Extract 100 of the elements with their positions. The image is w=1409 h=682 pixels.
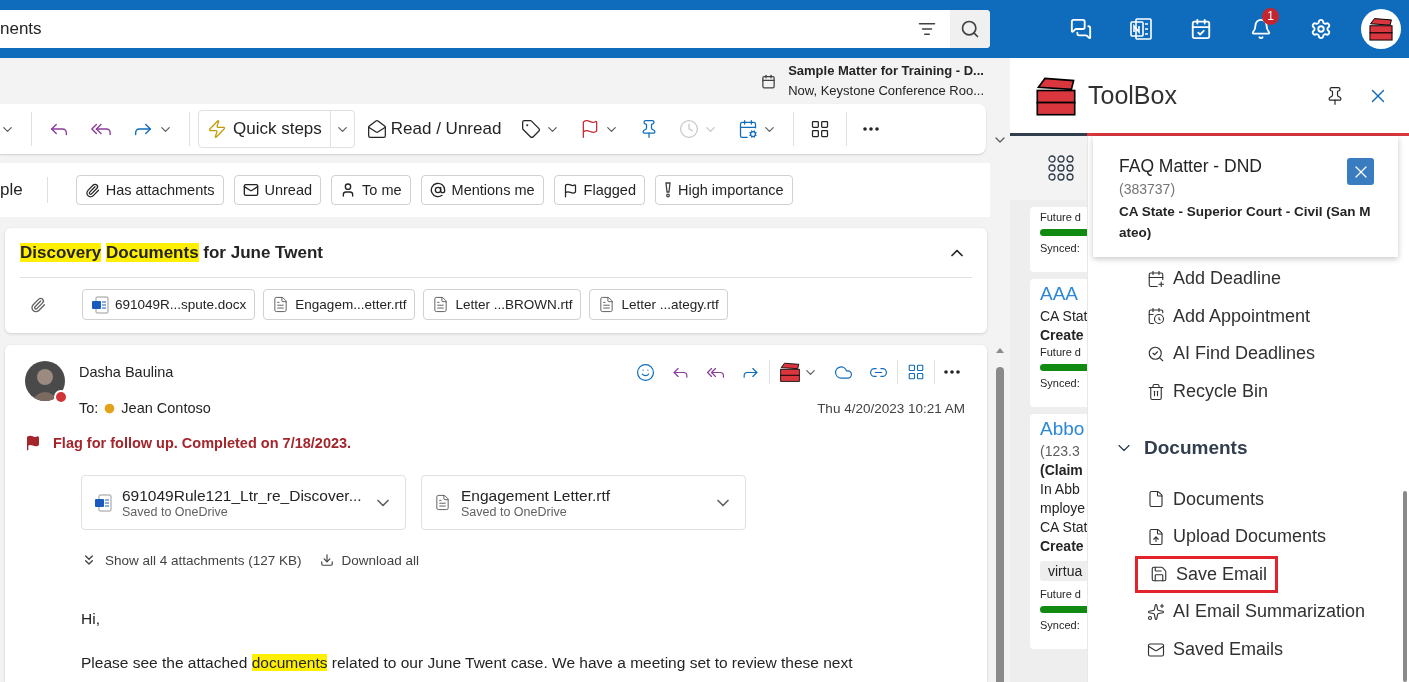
matter-card[interactable]: Future d Synced: (1030, 207, 1087, 272)
filter-chip[interactable]: High importance (655, 175, 793, 205)
matter-text: Future d (1040, 588, 1082, 600)
sparkles-icon (1147, 602, 1165, 621)
word-file-icon (91, 295, 109, 314)
search-button[interactable] (950, 10, 990, 48)
scrollbar[interactable] (1403, 491, 1407, 682)
greeting-text: Hi, (80, 609, 101, 629)
matter-text: mploye (1040, 500, 1087, 516)
matter-link[interactable]: AAA (1040, 283, 1087, 305)
filter-chip[interactable]: Has attachments (75, 175, 224, 205)
matter-text: Future d (1040, 346, 1082, 358)
court-name: CA State - Superior Court - Civil (San Mateo) (1119, 203, 1372, 242)
attachment-card[interactable]: Engagement Letter.rtf Saved to OneDrive (421, 475, 746, 530)
flag-status: Flag for follow up. Completed on 7/18/2023. (53, 435, 352, 451)
matter-card[interactable]: AAA CA Stat Create Future d Synced: (1030, 279, 1087, 407)
reminder-detail: Now, Keystone Conference Roo... (788, 82, 984, 100)
upload-document-icon (1147, 527, 1165, 546)
attachment-card[interactable]: 691049Rule121_Ltr_re_Discover... Saved to OneDrive (81, 475, 406, 530)
filter-chip[interactable]: Mentions me (420, 175, 544, 205)
trash-icon (1147, 382, 1165, 401)
recipient-name[interactable]: Jean Contoso (121, 400, 211, 416)
word-file-icon (94, 493, 112, 512)
section-header[interactable]: Documents (1114, 428, 1248, 469)
sender-avatar (25, 361, 65, 401)
message-date: Thu 4/20/2023 10:21 AM (817, 400, 965, 416)
menu-item[interactable]: Saved Emails (1114, 630, 1292, 669)
matter-card[interactable]: Abbo (123.3 (Claim In Abb mploye CA Stat Create virtua Future d Synced: (1030, 414, 1087, 649)
notebook-icon (1130, 18, 1152, 40)
matter-text: (123.3 (1040, 443, 1081, 459)
at-sign-icon (429, 182, 446, 198)
matter-link[interactable]: Abbo (1040, 418, 1087, 440)
menu-item[interactable]: Upload Documents (1114, 517, 1335, 556)
attachment-chip[interactable]: Letter ...ategy.rtf (589, 289, 728, 320)
conversation-title: Discovery Documents for June Twent (20, 242, 323, 263)
matter-text: Future d (1040, 211, 1082, 223)
attachment-chip[interactable]: Letter ...BROWN.rtf (423, 289, 582, 320)
attachment-chip[interactable]: 691049R...spute.docx (82, 289, 256, 320)
menu-item[interactable]: Add Appointment (1114, 297, 1319, 336)
flag-icon (562, 182, 578, 198)
to-label: To: (79, 400, 99, 416)
sender-name[interactable]: Dasha Baulina (79, 364, 174, 380)
filter-label[interactable]: ple (0, 180, 23, 200)
filter-icon (918, 20, 936, 38)
close-button[interactable] (1347, 158, 1374, 185)
matter-text: Synced: (1040, 242, 1081, 254)
mail-icon (1147, 640, 1165, 659)
menu-item[interactable]: Recycle Bin (1114, 372, 1277, 411)
menu-item[interactable]: AI Email Summarization (1114, 593, 1374, 631)
filter-chip[interactable]: Unread (233, 175, 322, 205)
matter-text: Synced: (1040, 619, 1081, 631)
account-button[interactable] (1361, 9, 1401, 49)
envelope-icon (366, 119, 387, 139)
matter-text: Synced: (1040, 377, 1081, 389)
menu-item[interactable]: Documents (1114, 480, 1273, 518)
show-all-attachments-button[interactable]: Show all 4 attachments (127 KB) (81, 552, 302, 568)
matter-text: In Abb (1040, 481, 1081, 497)
attachment-name: 691049Rule121_Ltr_re_Discover... (122, 486, 363, 505)
clock-icon (103, 401, 117, 415)
download-icon (319, 553, 334, 567)
menu-item[interactable]: Save Email (1135, 555, 1279, 594)
menu-item[interactable]: AI Find Deadlines (1114, 335, 1324, 373)
bell-icon (1250, 18, 1272, 40)
matter-text: Create (1040, 327, 1085, 343)
app-grid-icon[interactable] (1048, 155, 1074, 181)
paperclip-icon (30, 296, 46, 313)
exclamation-icon (664, 182, 672, 198)
filter-chip[interactable]: To me (331, 175, 411, 205)
attachment-status: Saved to OneDrive (122, 504, 229, 519)
tag-icon (521, 119, 542, 139)
matter-text: Create (1040, 538, 1085, 554)
save-icon (1150, 565, 1168, 584)
popup-title: FAQ Matter - DND (1119, 156, 1262, 177)
attachment-chip[interactable]: Engagem...etter.rtf (263, 289, 416, 320)
document-icon (1147, 490, 1165, 509)
search-icon (1147, 345, 1165, 363)
scrollbar[interactable] (996, 367, 1004, 682)
toolbox-icon (779, 361, 801, 383)
body-text: Please see the attached documents related to our June Twent case. We have a meeting set to review these next (80, 653, 854, 673)
filter-chip[interactable]: Flagged (553, 175, 645, 205)
grid-icon (907, 363, 925, 381)
matter-text: CA Stat (1040, 519, 1087, 535)
text-file-icon (432, 296, 450, 313)
menu-item[interactable]: Add Deadline (1114, 260, 1290, 298)
matter-text: (Claim (1040, 462, 1084, 478)
calendar-clock-icon (1147, 307, 1165, 326)
notifications-button[interactable]: 1 (1231, 0, 1291, 58)
paperclip-icon (84, 182, 100, 198)
calendar-plus-icon (1147, 269, 1165, 288)
reminder-title[interactable]: Sample Matter for Training - D... (788, 61, 984, 81)
read-unread-button[interactable]: Read / Unread (358, 113, 510, 145)
attachment-status: Saved to OneDrive (461, 504, 568, 519)
more-icon (944, 370, 960, 374)
settings-icon (1310, 18, 1332, 40)
text-file-icon (434, 494, 451, 511)
panel-title: ToolBox (1088, 81, 1178, 110)
matter-number: (383737) (1119, 181, 1177, 197)
download-all-button[interactable]: Download all (319, 552, 419, 568)
text-file-icon (272, 296, 290, 313)
grid-icon (810, 119, 831, 139)
